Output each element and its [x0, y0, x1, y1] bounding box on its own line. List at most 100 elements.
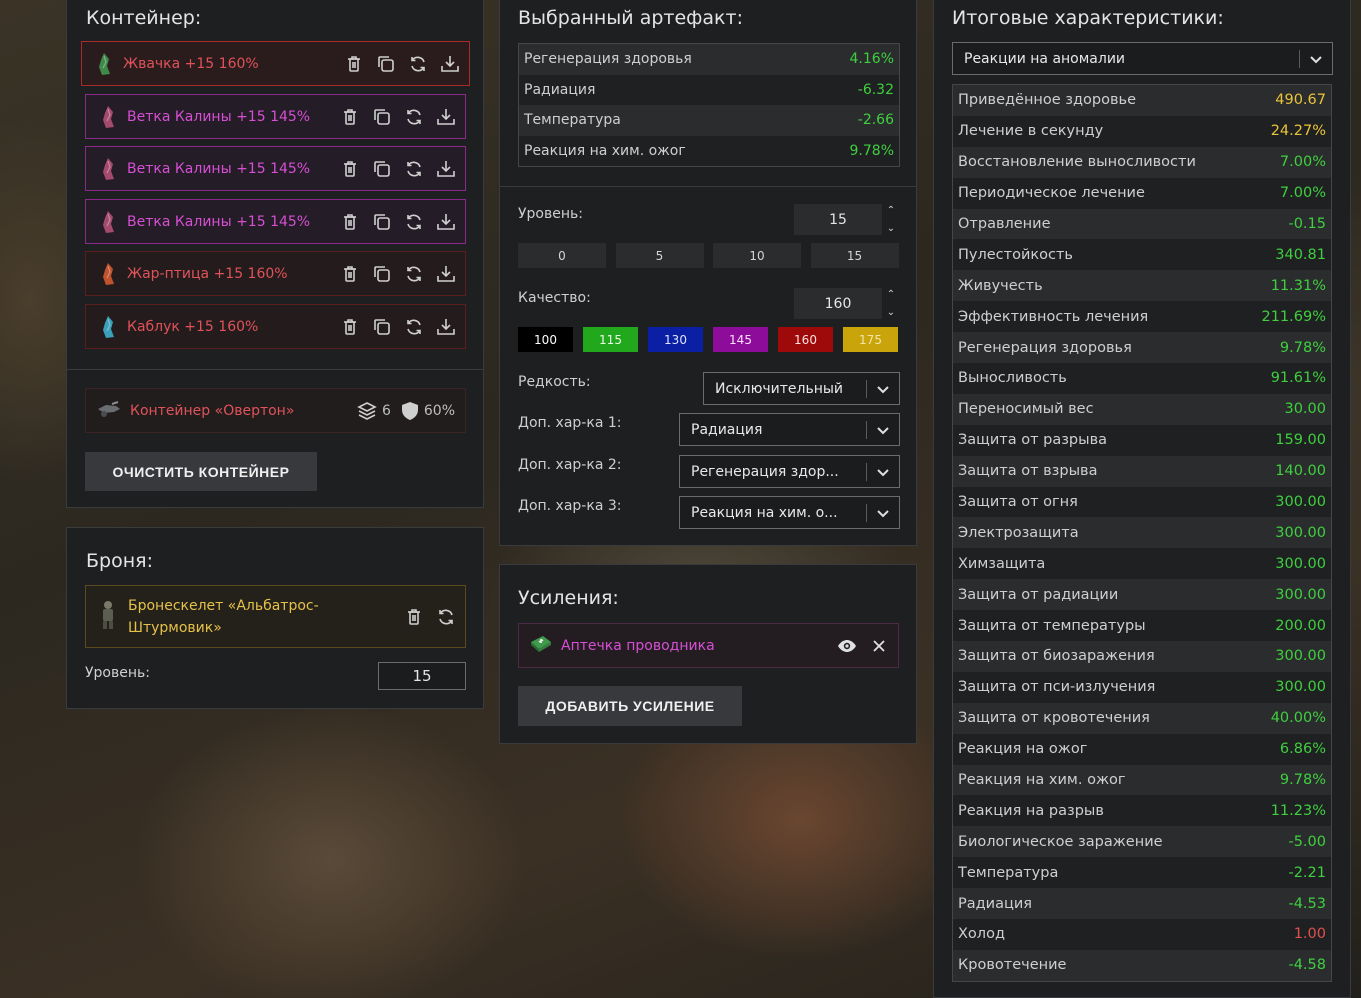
refresh-icon[interactable]: [435, 606, 457, 628]
artifact-stats-table: Регенерация здоровья 4.16% Радиация -6.32 Те…: [518, 43, 900, 167]
stat-value: 490.67: [1275, 92, 1326, 109]
stat-label: Защита от взрыва: [958, 463, 1098, 480]
trash-icon[interactable]: [339, 211, 361, 233]
stat-label: Периодическое лечение: [958, 185, 1145, 202]
stat-row: Кровотечение -4.58: [953, 949, 1331, 981]
totals-filter-value: Реакции на аномалии: [964, 50, 1126, 67]
stat-value: 211.69%: [1261, 308, 1326, 325]
rarity-select[interactable]: Исключительный: [703, 372, 900, 405]
add-boost-button[interactable]: ДОБАВИТЬ УСИЛЕНИЕ: [518, 686, 742, 726]
level-preset-button[interactable]: 0: [518, 243, 606, 268]
download-icon[interactable]: [439, 53, 461, 75]
refresh-icon[interactable]: [403, 211, 425, 233]
download-icon[interactable]: [435, 158, 457, 180]
extra1-label: Доп. хар-ка 1:: [518, 415, 622, 431]
trash-icon[interactable]: [343, 53, 365, 75]
level-preset-button[interactable]: 5: [615, 243, 704, 268]
copy-icon[interactable]: [371, 211, 393, 233]
refresh-icon[interactable]: [403, 316, 425, 338]
container-item[interactable]: Ветка Калины +15 145%: [85, 94, 466, 139]
stat-label: Регенерация здоровья: [958, 339, 1132, 356]
stat-value: 300.00: [1275, 555, 1326, 572]
download-icon[interactable]: [435, 316, 457, 338]
container-slot[interactable]: Контейнер «Овертон» 6 60%: [85, 388, 466, 433]
download-icon[interactable]: [435, 211, 457, 233]
stat-row: Защита от взрыва 140.00: [953, 455, 1331, 487]
totals-filter-select[interactable]: Реакции на аномалии: [952, 42, 1333, 75]
container-item[interactable]: Каблук +15 160%: [85, 304, 466, 349]
stat-value: 300.00: [1275, 494, 1326, 511]
extra1-select[interactable]: Радиация: [679, 413, 900, 446]
stat-value: 4.16%: [849, 51, 894, 68]
level-preset-button[interactable]: 10: [713, 243, 801, 268]
quality-preset-button[interactable]: 145: [713, 327, 768, 352]
eye-icon[interactable]: [836, 635, 858, 657]
quality-preset-button[interactable]: 160: [778, 327, 833, 352]
stat-label: Пулестойкость: [958, 246, 1073, 263]
stat-label: Реакция на ожог: [958, 741, 1088, 758]
shield-icon: [401, 401, 418, 420]
stat-label: Защита от огня: [958, 494, 1078, 511]
spin-up-icon[interactable]: ⌃: [887, 205, 895, 217]
refresh-icon[interactable]: [403, 106, 425, 128]
trash-icon[interactable]: [339, 316, 361, 338]
stat-label: Защита от кровотечения: [958, 710, 1150, 727]
spin-up-icon[interactable]: ⌃: [887, 289, 895, 301]
trash-icon[interactable]: [339, 263, 361, 285]
stat-row: Температура -2.21: [953, 857, 1331, 889]
armor-name: Бронескелет «Альбатрос-Штурмовик»: [128, 597, 319, 636]
armor-panel: Броня: Бронескелет «Альбатрос-Штурмовик»…: [66, 527, 484, 709]
trash-icon[interactable]: [339, 158, 361, 180]
level-spinner[interactable]: ⌃ ⌄: [884, 205, 898, 235]
container-item[interactable]: Жвачка +15 160%: [81, 41, 470, 86]
level-preset-button[interactable]: 15: [810, 243, 899, 268]
spin-down-icon[interactable]: ⌄: [887, 223, 895, 235]
extra2-select[interactable]: Регенерация здор...: [679, 455, 900, 488]
download-icon[interactable]: [435, 106, 457, 128]
extra3-select[interactable]: Реакция на хим. о...: [679, 496, 900, 529]
container-item[interactable]: Ветка Калины +15 145%: [85, 146, 466, 191]
quality-preset-button[interactable]: 175: [843, 327, 898, 352]
download-icon[interactable]: [435, 263, 457, 285]
boost-item[interactable]: Аптечка проводника: [518, 623, 899, 668]
armor-level-input[interactable]: 15: [378, 662, 466, 690]
refresh-icon[interactable]: [403, 158, 425, 180]
trash-icon[interactable]: [339, 106, 361, 128]
quality-preset-button[interactable]: 100: [518, 327, 573, 352]
copy-icon[interactable]: [371, 316, 393, 338]
refresh-icon[interactable]: [407, 53, 429, 75]
copy-icon[interactable]: [375, 53, 397, 75]
level-input[interactable]: 15: [794, 204, 882, 235]
container-name: Контейнер «Овертон»: [130, 402, 295, 419]
trash-icon[interactable]: [403, 606, 425, 628]
stat-row: Живучесть 11.31%: [953, 270, 1331, 302]
stat-value: 1.00: [1293, 926, 1326, 943]
container-item[interactable]: Жар-птица +15 160%: [85, 251, 466, 296]
quality-preset-button[interactable]: 130: [648, 327, 703, 352]
stat-label: Температура: [958, 864, 1059, 881]
stat-value: -4.58: [1288, 957, 1326, 974]
copy-icon[interactable]: [371, 263, 393, 285]
stat-label: Холод: [958, 926, 1005, 943]
stat-row: Реакция на ожог 6.86%: [953, 733, 1331, 765]
rarity-label: Редкость:: [518, 374, 591, 390]
close-icon[interactable]: [868, 635, 890, 657]
quality-preset-button[interactable]: 115: [583, 327, 638, 352]
refresh-icon[interactable]: [403, 263, 425, 285]
quality-input[interactable]: 160: [794, 288, 882, 319]
chevron-down-icon: [867, 423, 899, 437]
stat-row: Регенерация здоровья 4.16%: [519, 44, 899, 75]
spin-down-icon[interactable]: ⌄: [887, 307, 895, 319]
clear-container-button[interactable]: ОЧИСТИТЬ КОНТЕЙНЕР: [85, 452, 317, 491]
container-item[interactable]: Ветка Калины +15 145%: [85, 199, 466, 244]
stat-row: Реакция на разрыв 11.23%: [953, 795, 1331, 827]
container-item-name: Жвачка +15 160%: [123, 55, 259, 72]
copy-icon[interactable]: [371, 106, 393, 128]
container-slots: 6: [357, 401, 391, 421]
artifact-panel: Выбранный артефакт: Регенерация здоровья…: [499, 0, 917, 546]
copy-icon[interactable]: [371, 158, 393, 180]
stat-label: Температура: [524, 112, 621, 129]
quality-spinner[interactable]: ⌃ ⌄: [884, 289, 898, 319]
armor-slot[interactable]: Бронескелет «Альбатрос-Штурмовик»: [85, 585, 466, 648]
stat-label: Реакция на разрыв: [958, 802, 1104, 819]
